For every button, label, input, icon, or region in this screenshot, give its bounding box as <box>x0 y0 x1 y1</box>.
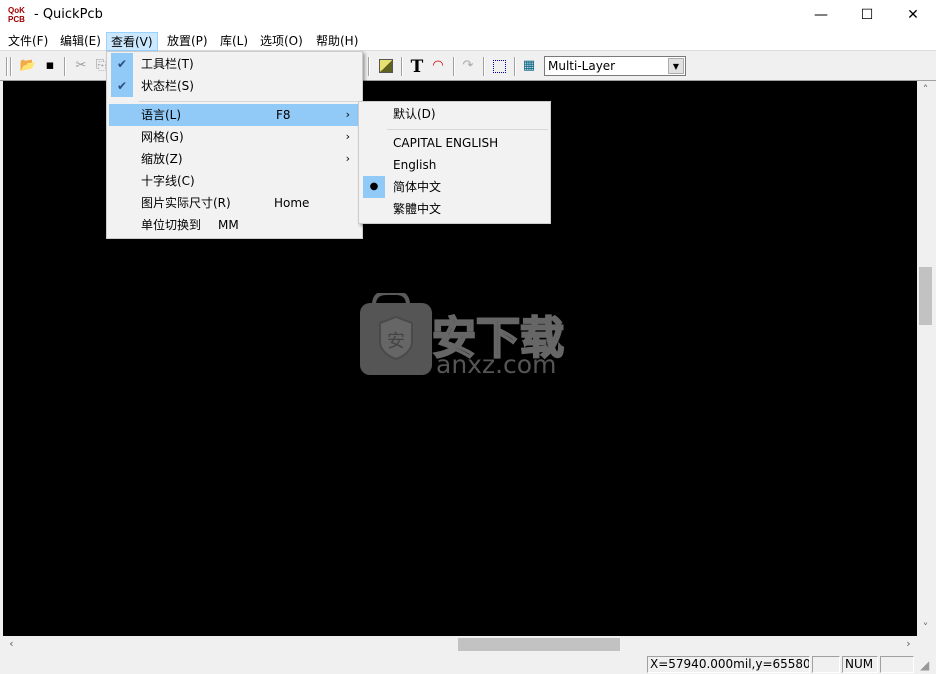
save-icon[interactable]: ▪ <box>41 57 59 75</box>
fill-icon[interactable] <box>377 57 395 75</box>
menu-item-label: 网格(G) <box>141 130 184 144</box>
watermark-logo: 安 安下载 anxz.com <box>360 291 580 379</box>
app-icon: QoK PCB <box>8 6 25 24</box>
submenu-arrow-icon: › <box>345 130 350 143</box>
radio-bullet-icon: ● <box>363 176 385 198</box>
menu-view[interactable]: 查看(V) <box>106 32 158 51</box>
scroll-down-icon[interactable]: ˅ <box>917 621 934 634</box>
menu-item-toolbar[interactable]: ✔ 工具栏(T) <box>109 53 360 75</box>
toolbar-separator <box>514 57 516 76</box>
menu-item-label: 默认(D) <box>393 107 436 121</box>
menu-item-zoom[interactable]: 缩放(Z) › <box>109 148 360 170</box>
vertical-scrollbar[interactable]: ˄ ˅ <box>917 81 934 636</box>
toolbar-separator <box>453 57 455 76</box>
title-bar: QoK PCB - QuickPcb — ☐ ✕ <box>0 0 936 31</box>
menu-item-label: 工具栏(T) <box>141 57 194 71</box>
menu-item-grid[interactable]: 网格(G) › <box>109 126 360 148</box>
open-folder-icon[interactable]: 📂 <box>19 57 37 75</box>
menu-item-label: 繁體中文 <box>393 202 442 216</box>
menu-separator <box>139 101 360 102</box>
toolbar-separator <box>64 57 66 76</box>
svg-text:安: 安 <box>387 331 405 352</box>
horizontal-scroll-thumb[interactable] <box>458 638 620 651</box>
status-bar: X=57940.000mil,y=65580.0( NUM ◢ <box>0 654 936 674</box>
menu-item-shortcut: MM <box>218 218 239 232</box>
status-coords: X=57940.000mil,y=65580.0( <box>647 656 810 673</box>
menu-item-label: 单位切换到 <box>141 218 202 232</box>
dropdown-arrow-icon[interactable]: ▼ <box>668 58 684 74</box>
menu-item-shortcut: F8 <box>276 108 291 122</box>
check-icon: ✔ <box>111 75 133 97</box>
window-title: - QuickPcb <box>34 7 103 22</box>
arc-tool-icon[interactable]: ◠ <box>429 57 447 75</box>
status-pane <box>880 656 914 673</box>
menu-options[interactable]: 选项(O) <box>256 32 307 51</box>
submenu-arrow-icon: › <box>345 152 350 165</box>
check-icon: ✔ <box>111 53 133 75</box>
layer-select-value: Multi-Layer <box>548 59 616 73</box>
menu-item-label: 缩放(Z) <box>141 152 183 166</box>
menu-item-statusbar[interactable]: ✔ 状态栏(S) <box>109 75 360 97</box>
menu-item-language[interactable]: 语言(L) F8 › <box>109 104 360 126</box>
language-submenu: 默认(D) CAPITAL ENGLISH English ● 简体中文 繁體中文 <box>358 101 551 224</box>
svg-text:anxz.com: anxz.com <box>436 350 556 375</box>
vertical-scroll-thumb[interactable] <box>919 267 932 325</box>
menu-item-label: CAPITAL ENGLISH <box>393 136 499 150</box>
menu-item-label: 简体中文 <box>393 180 442 194</box>
menu-place[interactable]: 放置(P) <box>163 32 212 51</box>
horizontal-scrollbar[interactable]: ‹ › <box>3 636 917 653</box>
menu-item-actual-size[interactable]: 图片实际尺寸(R) Home <box>109 192 360 214</box>
menu-file[interactable]: 文件(F) <box>4 32 52 51</box>
toolbar-grip <box>6 57 8 76</box>
menu-item-shortcut: Home <box>274 196 310 210</box>
menu-item-label: English <box>393 158 437 172</box>
toolbar-grip <box>10 57 12 76</box>
menu-edit[interactable]: 编辑(E) <box>56 32 105 51</box>
menu-item-crosshair[interactable]: 十字线(C) <box>109 170 360 192</box>
select-area-icon[interactable] <box>490 57 508 75</box>
close-button[interactable]: ✕ <box>890 0 936 30</box>
menu-item-traditional-chinese[interactable]: 繁體中文 <box>361 198 548 220</box>
menu-item-unit-switch[interactable]: 单位切换到 MM <box>109 214 360 236</box>
menu-item-capital-english[interactable]: CAPITAL ENGLISH <box>361 132 548 154</box>
toolbar-separator <box>401 57 403 76</box>
text-tool-icon[interactable]: T <box>408 57 426 77</box>
status-pane <box>812 656 840 673</box>
maximize-button[interactable]: ☐ <box>844 0 890 30</box>
menu-item-label: 十字线(C) <box>141 174 195 188</box>
menu-item-simplified-chinese[interactable]: ● 简体中文 <box>361 176 548 198</box>
menu-item-default[interactable]: 默认(D) <box>361 103 548 125</box>
minimize-button[interactable]: — <box>798 0 844 30</box>
scroll-up-icon[interactable]: ˄ <box>917 83 934 96</box>
layer-icon[interactable]: ▦ <box>520 57 538 75</box>
scroll-left-icon[interactable]: ‹ <box>3 637 20 650</box>
status-num: NUM <box>842 656 878 673</box>
menu-item-label: 状态栏(S) <box>141 79 194 93</box>
submenu-arrow-icon: › <box>345 108 350 121</box>
menu-item-label: 图片实际尺寸(R) <box>141 196 231 210</box>
menu-help[interactable]: 帮助(H) <box>312 32 362 51</box>
toolbar-separator <box>368 57 370 76</box>
menu-item-label: 语言(L) <box>141 108 182 122</box>
toolbar-separator <box>483 57 485 76</box>
redo-icon[interactable]: ↷ <box>459 57 477 75</box>
layer-select[interactable]: Multi-Layer ▼ <box>544 56 686 76</box>
menu-bar: 文件(F) 编辑(E) 查看(V) 放置(P) 库(L) 选项(O) 帮助(H) <box>0 31 936 51</box>
cut-icon[interactable]: ✂ <box>72 57 90 75</box>
resize-grip-icon[interactable]: ◢ <box>920 658 929 672</box>
view-menu: ✔ 工具栏(T) ✔ 状态栏(S) 语言(L) F8 › 网格(G) › 缩放(Z) › 十… <box>106 51 363 239</box>
scroll-right-icon[interactable]: › <box>900 637 917 650</box>
menu-separator <box>387 129 548 130</box>
menu-item-english[interactable]: English <box>361 154 548 176</box>
menu-library[interactable]: 库(L) <box>216 32 252 51</box>
